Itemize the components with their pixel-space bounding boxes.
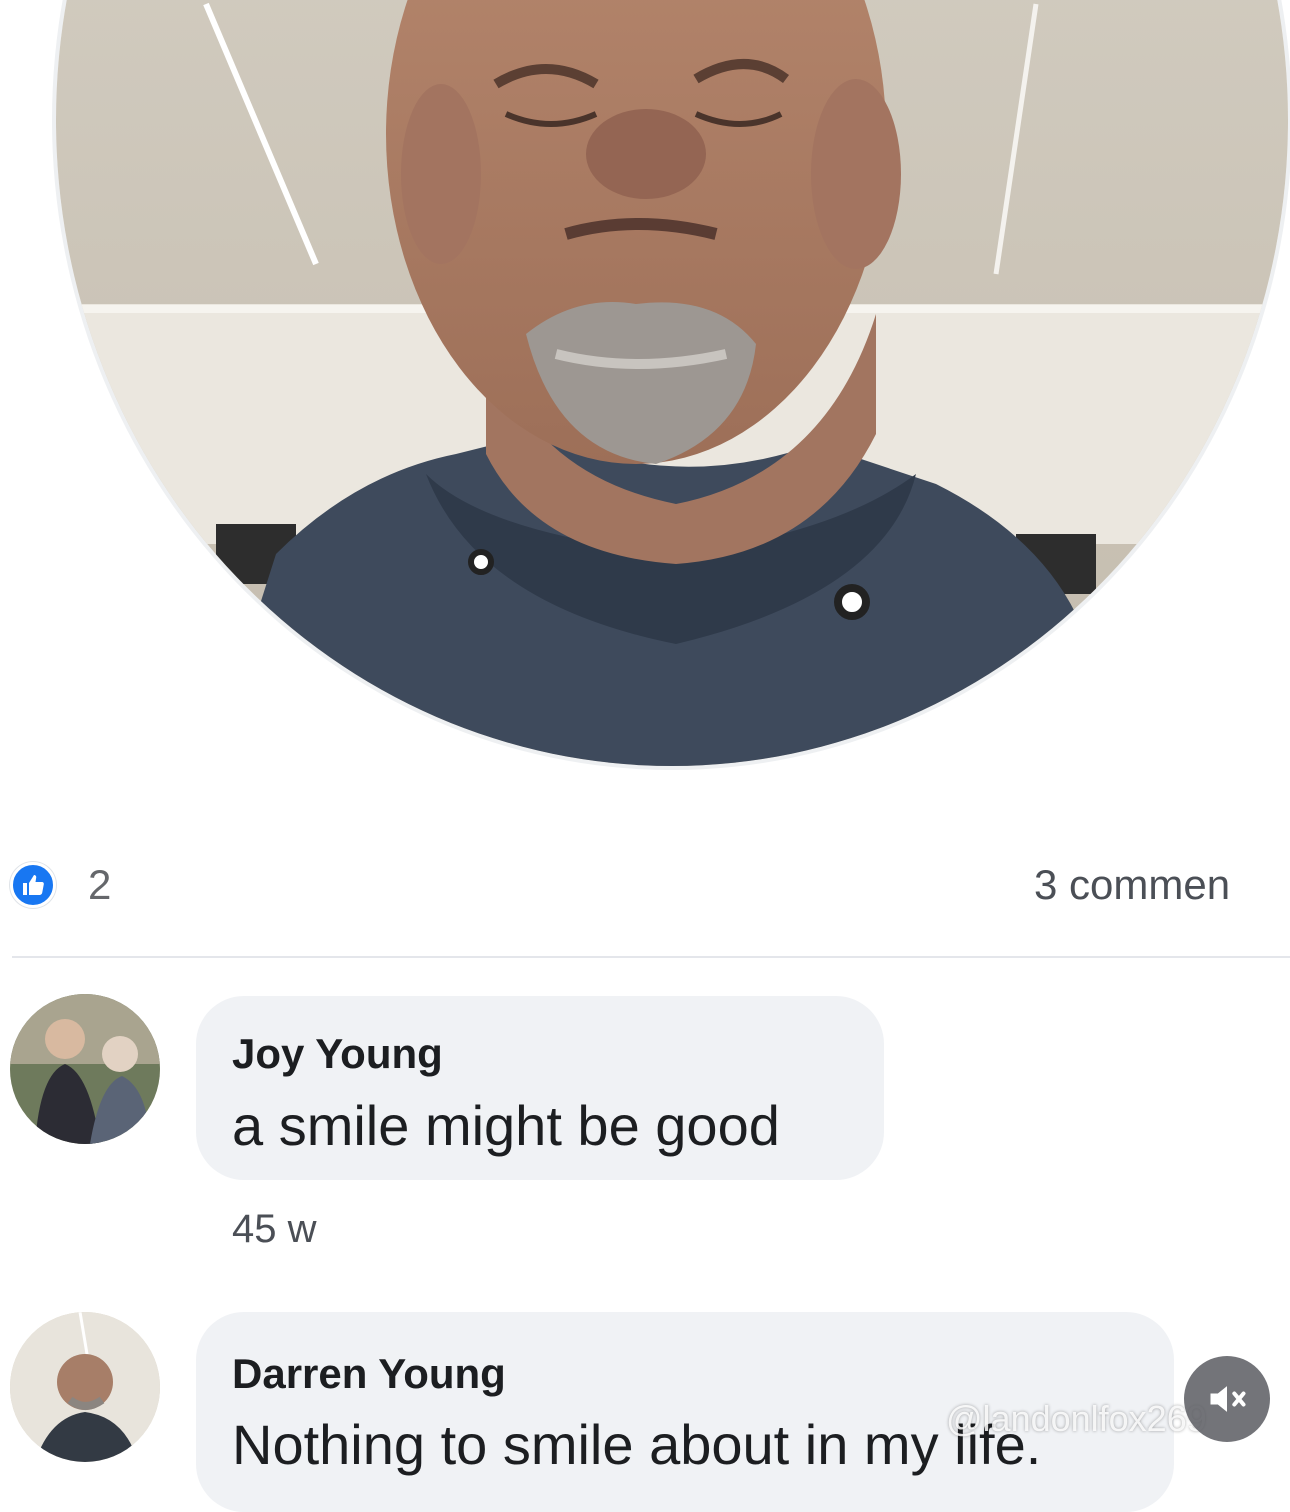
profile-photo[interactable] bbox=[52, 0, 1290, 770]
avatar-image bbox=[10, 994, 160, 1144]
divider bbox=[12, 956, 1290, 958]
comment-text: a smile might be good bbox=[232, 1094, 780, 1157]
speaker-muted-icon bbox=[1210, 1386, 1246, 1412]
commenter-avatar[interactable] bbox=[10, 1312, 160, 1462]
mute-button[interactable] bbox=[1184, 1356, 1270, 1442]
watermark: @landonlfox269 bbox=[946, 1398, 1207, 1439]
comment-author[interactable]: Darren Young bbox=[232, 1350, 506, 1398]
comments-count-link[interactable]: 3 commen bbox=[1034, 862, 1290, 908]
profile-photo-image bbox=[56, 0, 1288, 766]
comment-timestamp[interactable]: 45 w bbox=[232, 1207, 317, 1252]
comment-text: Nothing to smile about in my life. bbox=[232, 1413, 1042, 1476]
commenter-avatar[interactable] bbox=[10, 994, 160, 1144]
thumbs-up-icon[interactable] bbox=[10, 862, 56, 908]
comment-author[interactable]: Joy Young bbox=[232, 1030, 443, 1078]
avatar-image bbox=[10, 1312, 160, 1462]
reaction-count[interactable]: 2 bbox=[88, 862, 111, 908]
